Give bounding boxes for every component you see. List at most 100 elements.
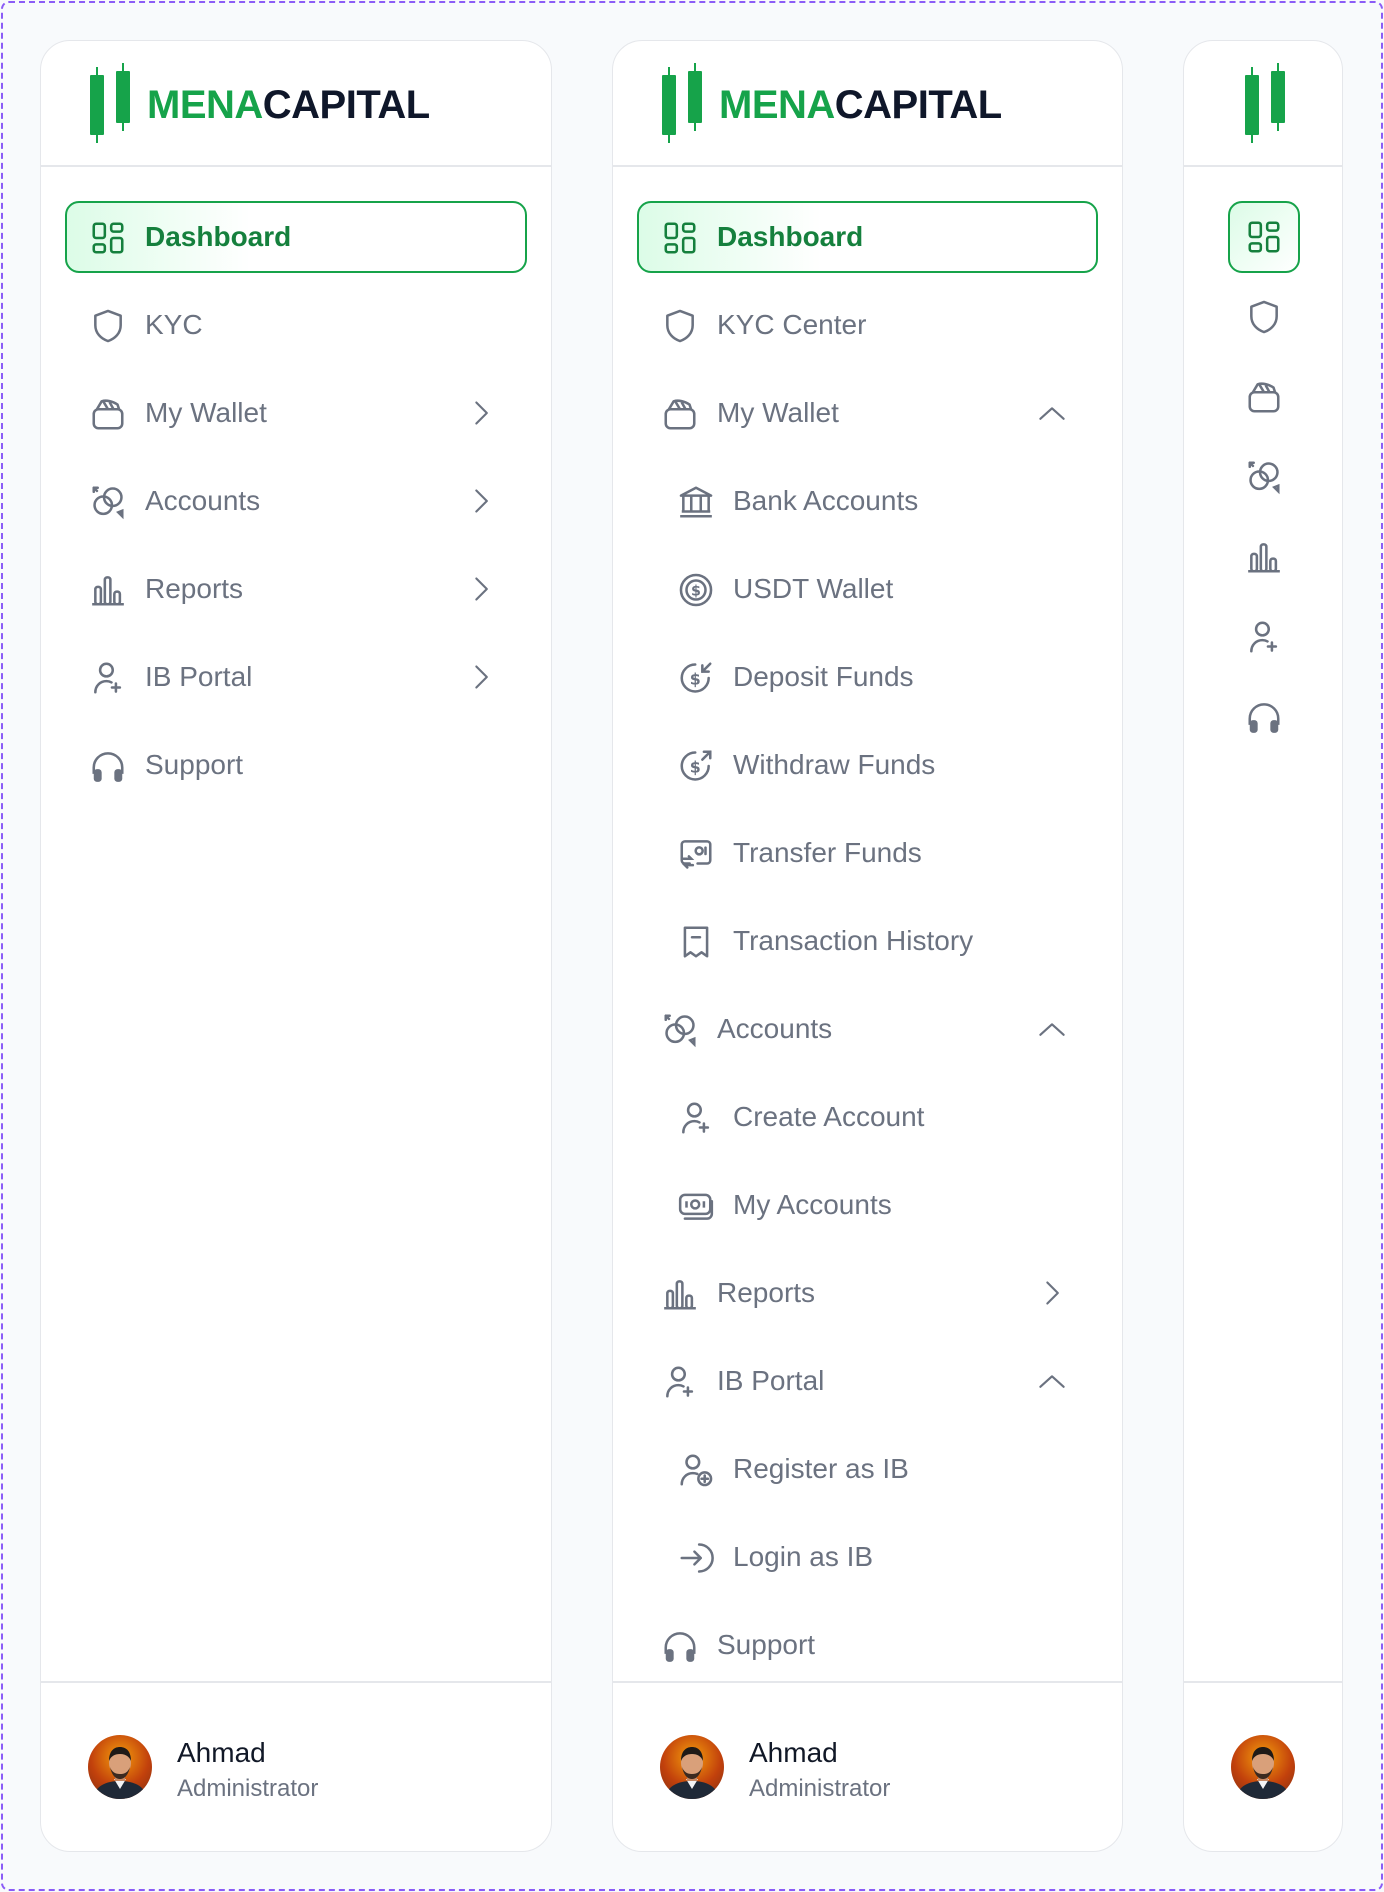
bar-chart-icon [89,571,127,609]
submenu-item-deposit-funds[interactable]: Deposit Funds [637,641,1098,713]
sidebar-item-label: Dashboard [145,221,292,252]
brand-logo[interactable]: MENACAPITAL [719,81,1002,129]
submenu-item-my-accounts[interactable]: My Accounts [637,1169,1098,1241]
sidebar-expanded-open: MENACAPITAL Dashboard KYC Center My Wallet… [612,40,1123,1852]
sidebar-item-label: Support [717,1629,816,1660]
logo-area: MENACAPITAL [41,41,551,167]
headphones-icon [661,1627,699,1665]
shield-icon [661,307,699,345]
avatar[interactable] [1231,1735,1295,1799]
sidebar-item-dashboard[interactable]: Dashboard [65,201,527,273]
sidebar-item-ib-portal[interactable]: IB Portal [65,641,527,713]
sidebar-item-support[interactable]: Support [65,729,527,801]
chevron-up-icon[interactable] [1038,1367,1066,1395]
chevron-right-icon[interactable] [467,663,495,691]
sidebar-item-label: My Accounts [733,1189,892,1220]
dashboard-icon [661,219,699,257]
sidebar-item-label: Login as IB [733,1541,874,1572]
sidebar-item-kyc-center[interactable]: KYC Center [637,289,1098,361]
accounts-icon [661,1011,699,1049]
bar-chart-icon [661,1275,699,1313]
user-role: Administrator [177,1775,319,1802]
dashboard-icon [1245,218,1283,256]
shield-icon [89,307,127,345]
sidebar-item-kyc[interactable]: KYC [65,289,527,361]
submenu-item-create-account[interactable]: Create Account [637,1081,1098,1153]
sidebar-item-label: Bank Accounts [733,485,919,516]
user-plus-icon [1245,618,1283,656]
submenu-item-transfer-funds[interactable]: Transfer Funds [637,817,1098,889]
user-profile[interactable]: Ahmad Administrator [613,1681,1122,1851]
avatar[interactable] [660,1735,724,1799]
mini-nav-bar-chart[interactable] [1228,521,1300,593]
mini-nav-shield[interactable] [1228,281,1300,353]
sidebar-item-ib-portal[interactable]: IB Portal [637,1345,1098,1417]
sidebar-item-label: Transfer Funds [733,837,922,868]
transfer-icon [677,835,715,873]
user-add-circle-icon [677,1451,715,1489]
dashboard-icon [89,219,127,257]
sidebar-item-label: Reports [145,573,244,604]
sidebar-item-label: USDT Wallet [733,573,894,604]
sidebar-item-reports[interactable]: Reports [637,1257,1098,1329]
submenu-item-bank-accounts[interactable]: Bank Accounts [637,465,1098,537]
mini-nav-accounts[interactable] [1228,441,1300,513]
user-plus-icon [677,1099,715,1137]
sidebar-item-label: Register as IB [733,1453,909,1484]
mini-nav-user-plus[interactable] [1228,601,1300,673]
submenu-item-login-as-ib[interactable]: Login as IB [637,1521,1098,1593]
chevron-right-icon[interactable] [1038,1279,1066,1307]
sidebar-item-my-wallet[interactable]: My Wallet [637,377,1098,449]
sidebar-item-label: My Wallet [717,397,839,428]
mini-nav-dashboard[interactable] [1228,201,1300,273]
sidebar-item-label: Accounts [145,485,261,516]
mini-nav-wallet[interactable] [1228,361,1300,433]
sidebar-item-label: Withdraw Funds [733,749,936,780]
sidebar-item-label: Support [145,749,244,780]
chevron-up-icon[interactable] [1038,1015,1066,1043]
sidebar-item-label: Dashboard [717,221,864,252]
wallet-icon [661,395,699,433]
sidebar-item-accounts[interactable]: Accounts [65,465,527,537]
chevron-right-icon[interactable] [467,575,495,603]
sidebar-expanded-collapsed: MENACAPITAL Dashboard KYC My Wallet Account… [40,40,552,1852]
coin-icon [677,571,715,609]
user-role: Administrator [749,1775,891,1802]
logo-area [1184,41,1342,167]
user-profile[interactable]: Ahmad Administrator [41,1681,551,1851]
login-icon [677,1539,715,1577]
chevron-up-icon[interactable] [1038,399,1066,427]
accounts-icon [89,483,127,521]
deposit-icon [677,659,715,697]
bank-icon [677,483,715,521]
accounts-icon [1245,458,1283,496]
avatar[interactable] [88,1735,152,1799]
submenu-item-withdraw-funds[interactable]: Withdraw Funds [637,729,1098,801]
mini-nav-headphones[interactable] [1228,681,1300,753]
chevron-right-icon[interactable] [467,487,495,515]
sidebar-item-my-wallet[interactable]: My Wallet [65,377,527,449]
headphones-icon [1245,698,1283,736]
sidebar-item-dashboard[interactable]: Dashboard [637,201,1098,273]
user-plus-icon [661,1363,699,1401]
receipt-icon [677,923,715,961]
submenu-item-register-as-ib[interactable]: Register as IB [637,1433,1098,1505]
sidebar-item-label: Create Account [733,1101,925,1132]
sidebar-item-accounts[interactable]: Accounts [637,993,1098,1065]
brand-logo[interactable]: MENACAPITAL [147,81,430,129]
sidebar-item-support[interactable]: Support [637,1609,1098,1681]
money-icon [677,1187,715,1225]
user-profile[interactable] [1184,1681,1342,1851]
candlestick-logo-icon[interactable] [1243,63,1287,143]
candlestick-logo-icon [88,63,132,143]
submenu-item-usdt-wallet[interactable]: USDT Wallet [637,553,1098,625]
submenu-item-transaction-history[interactable]: Transaction History [637,905,1098,977]
sidebar-item-reports[interactable]: Reports [65,553,527,625]
user-name: Ahmad [749,1737,838,1768]
sidebar-item-label: IB Portal [145,661,253,692]
chevron-right-icon[interactable] [467,399,495,427]
bar-chart-icon [1245,538,1283,576]
user-plus-icon [89,659,127,697]
user-name: Ahmad [177,1737,266,1768]
sidebar-item-label: KYC Center [717,309,867,340]
